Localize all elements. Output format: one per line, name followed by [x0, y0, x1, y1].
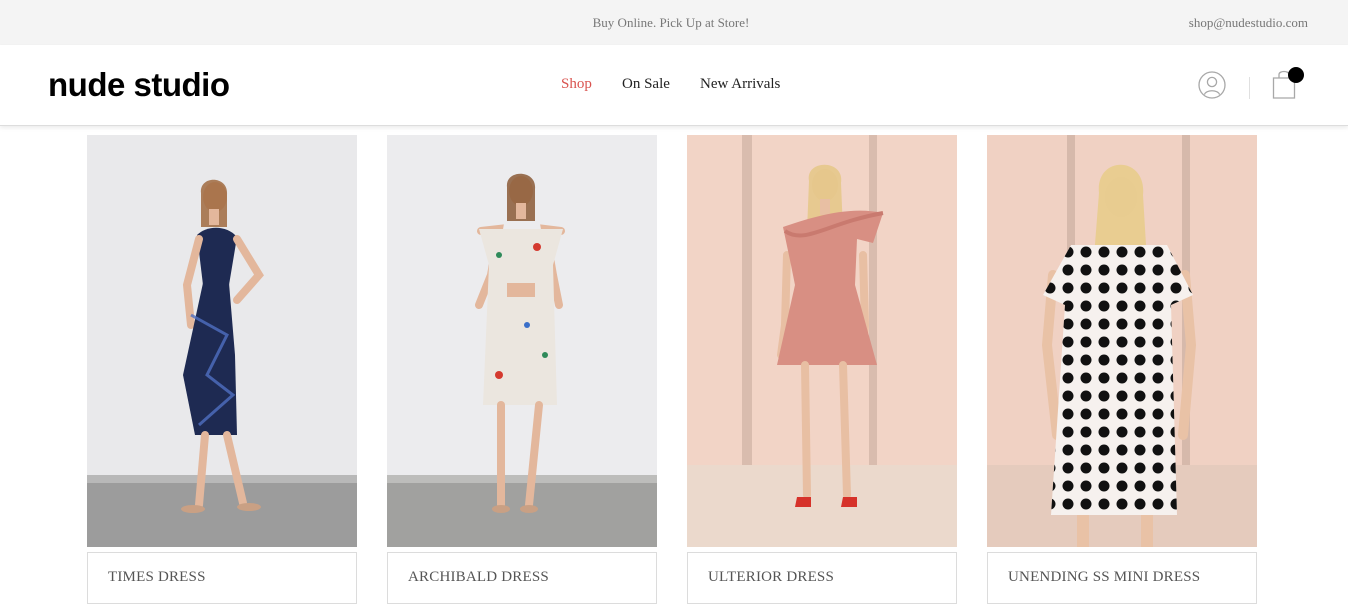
- product-card[interactable]: ULTERIOR DRESS: [687, 135, 957, 606]
- product-image[interactable]: [387, 135, 657, 547]
- product-title[interactable]: TIMES DRESS: [87, 552, 357, 604]
- product-image[interactable]: [87, 135, 357, 547]
- nav-item-shop[interactable]: Shop: [561, 76, 592, 93]
- product-title[interactable]: UNENDING SS MINI DRESS: [987, 552, 1257, 604]
- site-logo[interactable]: nude studio: [48, 65, 230, 105]
- promo-text: Buy Online. Pick Up at Store!: [0, 15, 1348, 31]
- product-photo-white-floral-dress: [387, 135, 657, 547]
- product-grid: TIMES DRESS ARCHIBALD DRESS ULTERIOR DRE…: [0, 126, 1348, 608]
- product-title[interactable]: ARCHIBALD DRESS: [387, 552, 657, 604]
- header-divider: [1249, 77, 1250, 99]
- cart-count-badge: [1288, 67, 1304, 83]
- site-header: nude studio Shop On Sale New Arrivals: [0, 45, 1348, 126]
- product-title[interactable]: ULTERIOR DRESS: [687, 552, 957, 604]
- nav-item-on-sale[interactable]: On Sale: [622, 76, 670, 93]
- product-photo-navy-lace-dress: [87, 135, 357, 547]
- promo-bar: Buy Online. Pick Up at Store! shop@nudes…: [0, 0, 1348, 45]
- contact-email-link[interactable]: shop@nudestudio.com: [1189, 15, 1308, 31]
- account-button[interactable]: [1198, 71, 1226, 99]
- product-image[interactable]: [987, 135, 1257, 547]
- user-icon: [1198, 71, 1226, 99]
- nav-item-new-arrivals[interactable]: New Arrivals: [700, 76, 780, 93]
- product-card[interactable]: TIMES DRESS: [87, 135, 357, 606]
- cart-button[interactable]: [1272, 67, 1306, 101]
- product-photo-pink-ruffle-dress: [687, 135, 957, 547]
- promo-label: Buy Online. Pick Up at Store!: [592, 15, 750, 30]
- product-card[interactable]: UNENDING SS MINI DRESS: [987, 135, 1257, 606]
- product-card[interactable]: ARCHIBALD DRESS: [387, 135, 657, 606]
- product-photo-polka-dot-dress: [987, 135, 1257, 547]
- product-image[interactable]: [687, 135, 957, 547]
